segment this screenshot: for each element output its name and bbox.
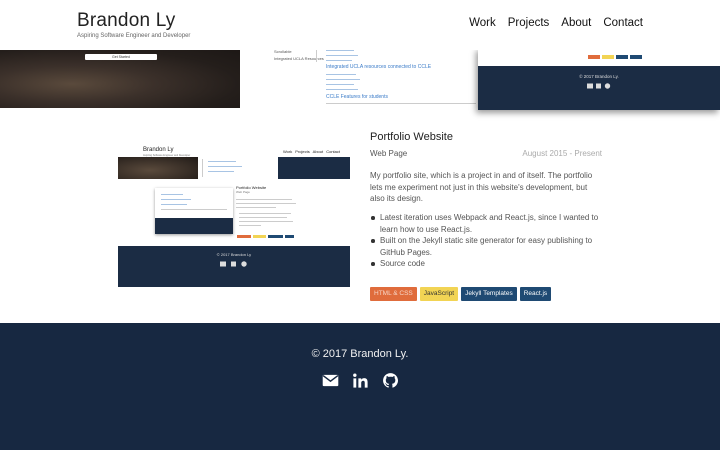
preview-page-content: Scrollable Integrated UCLA Resources Int… <box>240 48 478 110</box>
thumb-link-line <box>161 204 187 205</box>
thumb-text-line <box>239 213 291 214</box>
preview-tag <box>630 55 642 59</box>
nav-link-projects[interactable]: Projects <box>508 17 550 29</box>
github-icon[interactable] <box>382 372 399 389</box>
linkedin-icon[interactable] <box>352 372 369 389</box>
tag-html-css[interactable]: HTML & CSS <box>370 287 417 301</box>
preview-link-line <box>326 55 358 56</box>
brand-tagline: Aspiring Software Engineer and Developer <box>77 33 191 39</box>
thumb-tag <box>237 235 251 238</box>
preview-hero-image: Get Started <box>0 48 240 108</box>
thumb-link-line <box>208 161 236 162</box>
footer-social-icons <box>0 372 720 389</box>
thumb-text-line <box>239 217 287 218</box>
preview-tags <box>588 55 642 59</box>
project-thumbnail[interactable]: Brandon Ly Aspiring Software Engineer an… <box>118 143 350 287</box>
preview-link-line <box>326 60 352 61</box>
thumb-tag <box>285 235 294 238</box>
preview-link-line <box>326 74 356 75</box>
thumb-tags <box>237 235 294 238</box>
nav-menu: Work Projects About Contact <box>469 17 643 29</box>
tag-jekyll-templates[interactable]: Jekyll Templates <box>461 287 517 301</box>
project-title: Portfolio Website <box>370 131 453 143</box>
project-bullets: Latest iteration uses Webpack and React.… <box>370 212 602 270</box>
thumb-link-line <box>161 194 183 195</box>
thumb-footer-preview <box>278 157 350 179</box>
preview-tag <box>588 55 600 59</box>
preview-copyright: © 2017 Brandon Ly. <box>579 74 619 79</box>
site-footer: © 2017 Brandon Ly. <box>0 323 720 450</box>
thumb-site-footer: © 2017 Brandon Ly <box>118 246 350 287</box>
project-type: Web Page <box>370 149 408 158</box>
mail-icon[interactable] <box>322 372 339 389</box>
thumb-hero-image <box>118 157 198 179</box>
tag-react[interactable]: React.js <box>519 287 552 301</box>
preview-section-heading: Integrated UCLA resources connected to C… <box>326 64 432 70</box>
preview-tag <box>602 55 614 59</box>
preview-footer-top <box>478 48 720 66</box>
project-description: My portfolio site, which is a project in… <box>370 171 593 203</box>
thumb-social-icons <box>220 261 247 267</box>
source-code-link[interactable]: Source code <box>370 258 602 270</box>
thumb-text-line <box>239 221 293 222</box>
thumb-link-line <box>161 199 191 200</box>
thumb-page-footer <box>155 218 233 234</box>
top-nav: Brandon Ly Aspiring Software Engineer an… <box>0 0 720 50</box>
thumb-page-preview <box>155 188 233 234</box>
preview-get-started-button: Get Started <box>85 54 157 60</box>
thumb-copyright: © 2017 Brandon Ly <box>216 252 252 257</box>
preview-link-line <box>326 89 358 90</box>
preview-section-heading: CCLE Features for students <box>326 94 388 100</box>
thumb-brand: Brandon Ly <box>143 147 174 153</box>
thumb-text-line <box>236 199 292 200</box>
project-bullet: Latest iteration uses Webpack and React.… <box>370 212 602 235</box>
project-tags: HTML & CSS JavaScript Jekyll Templates R… <box>370 287 552 301</box>
thumb-tag <box>268 235 283 238</box>
thumb-text-line <box>236 207 276 208</box>
thumb-divider <box>161 209 227 210</box>
thumb-tag <box>253 235 266 238</box>
preview-link-line <box>326 50 354 51</box>
thumb-link-line <box>208 171 234 172</box>
thumb-divider <box>202 159 203 177</box>
thumb-project-type: Web Page <box>236 190 250 194</box>
thumb-link-line <box>208 166 242 167</box>
preview-link-line <box>326 79 360 80</box>
preview-footer: © 2017 Brandon Ly. <box>478 48 720 110</box>
thumb-text-line <box>239 225 261 226</box>
preview-link-line <box>326 84 354 85</box>
project-date: August 2015 - Present <box>522 149 602 158</box>
thumb-menu: Work Projects About Contact <box>282 149 340 154</box>
nav-link-work[interactable]: Work <box>469 17 496 29</box>
thumb-text-line <box>236 203 296 204</box>
footer-copyright: © 2017 Brandon Ly. <box>311 348 409 360</box>
preview-social-icons <box>587 83 611 89</box>
preview-divider <box>316 48 317 62</box>
nav-link-contact[interactable]: Contact <box>603 17 643 29</box>
preview-tag <box>616 55 628 59</box>
nav-link-about[interactable]: About <box>561 17 591 29</box>
preview-divider <box>326 103 476 104</box>
project-bullet: Built on the Jekyll static site generato… <box>370 235 602 258</box>
tag-javascript[interactable]: JavaScript <box>419 287 459 301</box>
brand-name[interactable]: Brandon Ly <box>77 10 175 32</box>
